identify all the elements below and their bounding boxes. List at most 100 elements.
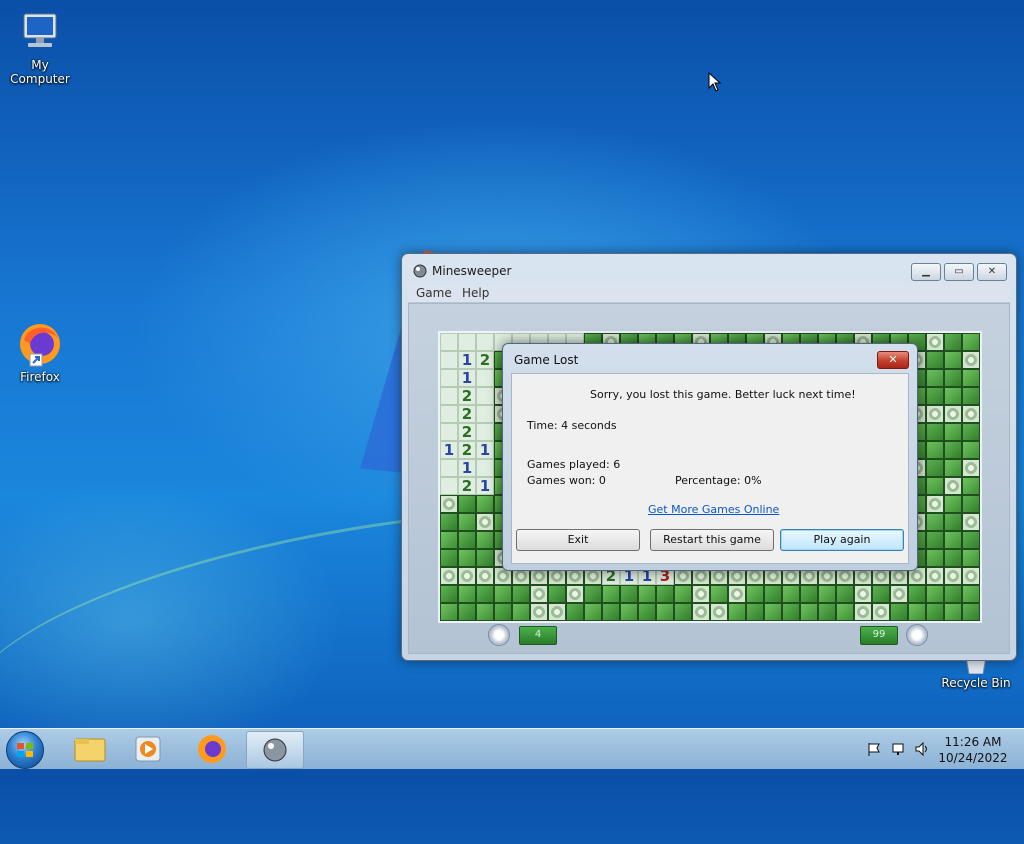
taskbar-clock[interactable]: 11:26 AM 10/24/2022 xyxy=(936,734,1010,766)
hidden-cell[interactable] xyxy=(962,549,980,567)
hidden-cell[interactable] xyxy=(926,351,944,369)
hidden-cell[interactable] xyxy=(962,423,980,441)
hidden-cell[interactable] xyxy=(908,603,926,621)
hidden-cell[interactable] xyxy=(440,513,458,531)
revealed-cell[interactable] xyxy=(440,333,458,351)
hidden-cell[interactable] xyxy=(602,585,620,603)
hidden-cell[interactable] xyxy=(890,603,908,621)
hidden-cell[interactable] xyxy=(476,585,494,603)
number-cell[interactable]: 1 xyxy=(440,441,458,459)
revealed-cell[interactable] xyxy=(476,405,494,423)
menu-game[interactable]: Game xyxy=(416,286,452,300)
hidden-cell[interactable] xyxy=(782,585,800,603)
hidden-cell[interactable] xyxy=(944,387,962,405)
action-center-flag-icon[interactable] xyxy=(866,741,882,757)
hidden-cell[interactable] xyxy=(710,585,728,603)
hidden-cell[interactable] xyxy=(458,603,476,621)
dialog-close-button[interactable]: ✕ xyxy=(877,351,909,369)
hidden-cell[interactable] xyxy=(458,531,476,549)
hidden-cell[interactable] xyxy=(926,387,944,405)
desktop-icon-my-computer[interactable]: My Computer xyxy=(0,8,80,86)
number-cell[interactable]: 1 xyxy=(476,477,494,495)
hidden-cell[interactable] xyxy=(764,603,782,621)
revealed-cell[interactable] xyxy=(440,405,458,423)
hidden-cell[interactable] xyxy=(512,603,530,621)
hidden-cell[interactable] xyxy=(872,585,890,603)
hidden-cell[interactable] xyxy=(926,585,944,603)
hidden-cell[interactable] xyxy=(476,531,494,549)
hidden-cell[interactable] xyxy=(638,585,656,603)
desktop-icon-firefox[interactable]: Firefox xyxy=(0,320,80,384)
taskbar-file-explorer[interactable] xyxy=(62,731,118,767)
hidden-cell[interactable] xyxy=(908,585,926,603)
hidden-cell[interactable] xyxy=(944,531,962,549)
restart-game-button[interactable]: Restart this game xyxy=(650,529,774,551)
revealed-cell[interactable] xyxy=(440,369,458,387)
mine-cell[interactable] xyxy=(926,567,944,585)
hidden-cell[interactable] xyxy=(926,441,944,459)
number-cell[interactable]: 2 xyxy=(476,351,494,369)
mine-cell[interactable] xyxy=(962,459,980,477)
revealed-cell[interactable] xyxy=(476,369,494,387)
hidden-cell[interactable] xyxy=(944,495,962,513)
mine-cell[interactable] xyxy=(890,585,908,603)
revealed-cell[interactable] xyxy=(440,351,458,369)
hidden-cell[interactable] xyxy=(926,477,944,495)
mine-cell[interactable] xyxy=(962,513,980,531)
hidden-cell[interactable] xyxy=(548,585,566,603)
hidden-cell[interactable] xyxy=(944,603,962,621)
hidden-cell[interactable] xyxy=(458,495,476,513)
revealed-cell[interactable] xyxy=(458,333,476,351)
hidden-cell[interactable] xyxy=(782,603,800,621)
play-again-button[interactable]: Play again xyxy=(780,529,904,551)
hidden-cell[interactable] xyxy=(944,585,962,603)
hidden-cell[interactable] xyxy=(656,585,674,603)
taskbar-firefox[interactable] xyxy=(184,731,240,767)
hidden-cell[interactable] xyxy=(944,459,962,477)
mine-cell[interactable] xyxy=(962,351,980,369)
hidden-cell[interactable] xyxy=(926,459,944,477)
revealed-cell[interactable] xyxy=(476,333,494,351)
hidden-cell[interactable] xyxy=(602,603,620,621)
revealed-cell[interactable] xyxy=(476,423,494,441)
hidden-cell[interactable] xyxy=(458,585,476,603)
hidden-cell[interactable] xyxy=(620,585,638,603)
number-cell[interactable]: 2 xyxy=(458,405,476,423)
hidden-cell[interactable] xyxy=(962,387,980,405)
number-cell[interactable]: 1 xyxy=(476,441,494,459)
mine-cell[interactable] xyxy=(962,405,980,423)
hidden-cell[interactable] xyxy=(944,333,962,351)
hidden-cell[interactable] xyxy=(674,603,692,621)
mine-cell[interactable] xyxy=(440,495,458,513)
mine-cell[interactable] xyxy=(854,603,872,621)
mine-cell[interactable] xyxy=(944,405,962,423)
hidden-cell[interactable] xyxy=(818,585,836,603)
mine-cell[interactable] xyxy=(962,567,980,585)
hidden-cell[interactable] xyxy=(584,603,602,621)
mine-cell[interactable] xyxy=(548,603,566,621)
number-cell[interactable]: 2 xyxy=(458,477,476,495)
start-button[interactable] xyxy=(6,731,44,769)
hidden-cell[interactable] xyxy=(440,603,458,621)
taskbar-minesweeper[interactable] xyxy=(246,731,304,769)
mine-cell[interactable] xyxy=(926,405,944,423)
hidden-cell[interactable] xyxy=(728,603,746,621)
exit-button[interactable]: Exit xyxy=(516,529,640,551)
hidden-cell[interactable] xyxy=(764,585,782,603)
hidden-cell[interactable] xyxy=(440,585,458,603)
hidden-cell[interactable] xyxy=(944,369,962,387)
number-cell[interactable]: 1 xyxy=(458,351,476,369)
mine-cell[interactable] xyxy=(458,567,476,585)
revealed-cell[interactable] xyxy=(476,387,494,405)
number-cell[interactable]: 2 xyxy=(458,423,476,441)
revealed-cell[interactable] xyxy=(440,423,458,441)
hidden-cell[interactable] xyxy=(836,603,854,621)
hidden-cell[interactable] xyxy=(476,603,494,621)
mine-cell[interactable] xyxy=(476,513,494,531)
hidden-cell[interactable] xyxy=(926,513,944,531)
mine-cell[interactable] xyxy=(692,585,710,603)
hidden-cell[interactable] xyxy=(962,441,980,459)
hidden-cell[interactable] xyxy=(440,531,458,549)
hidden-cell[interactable] xyxy=(926,549,944,567)
hidden-cell[interactable] xyxy=(962,585,980,603)
